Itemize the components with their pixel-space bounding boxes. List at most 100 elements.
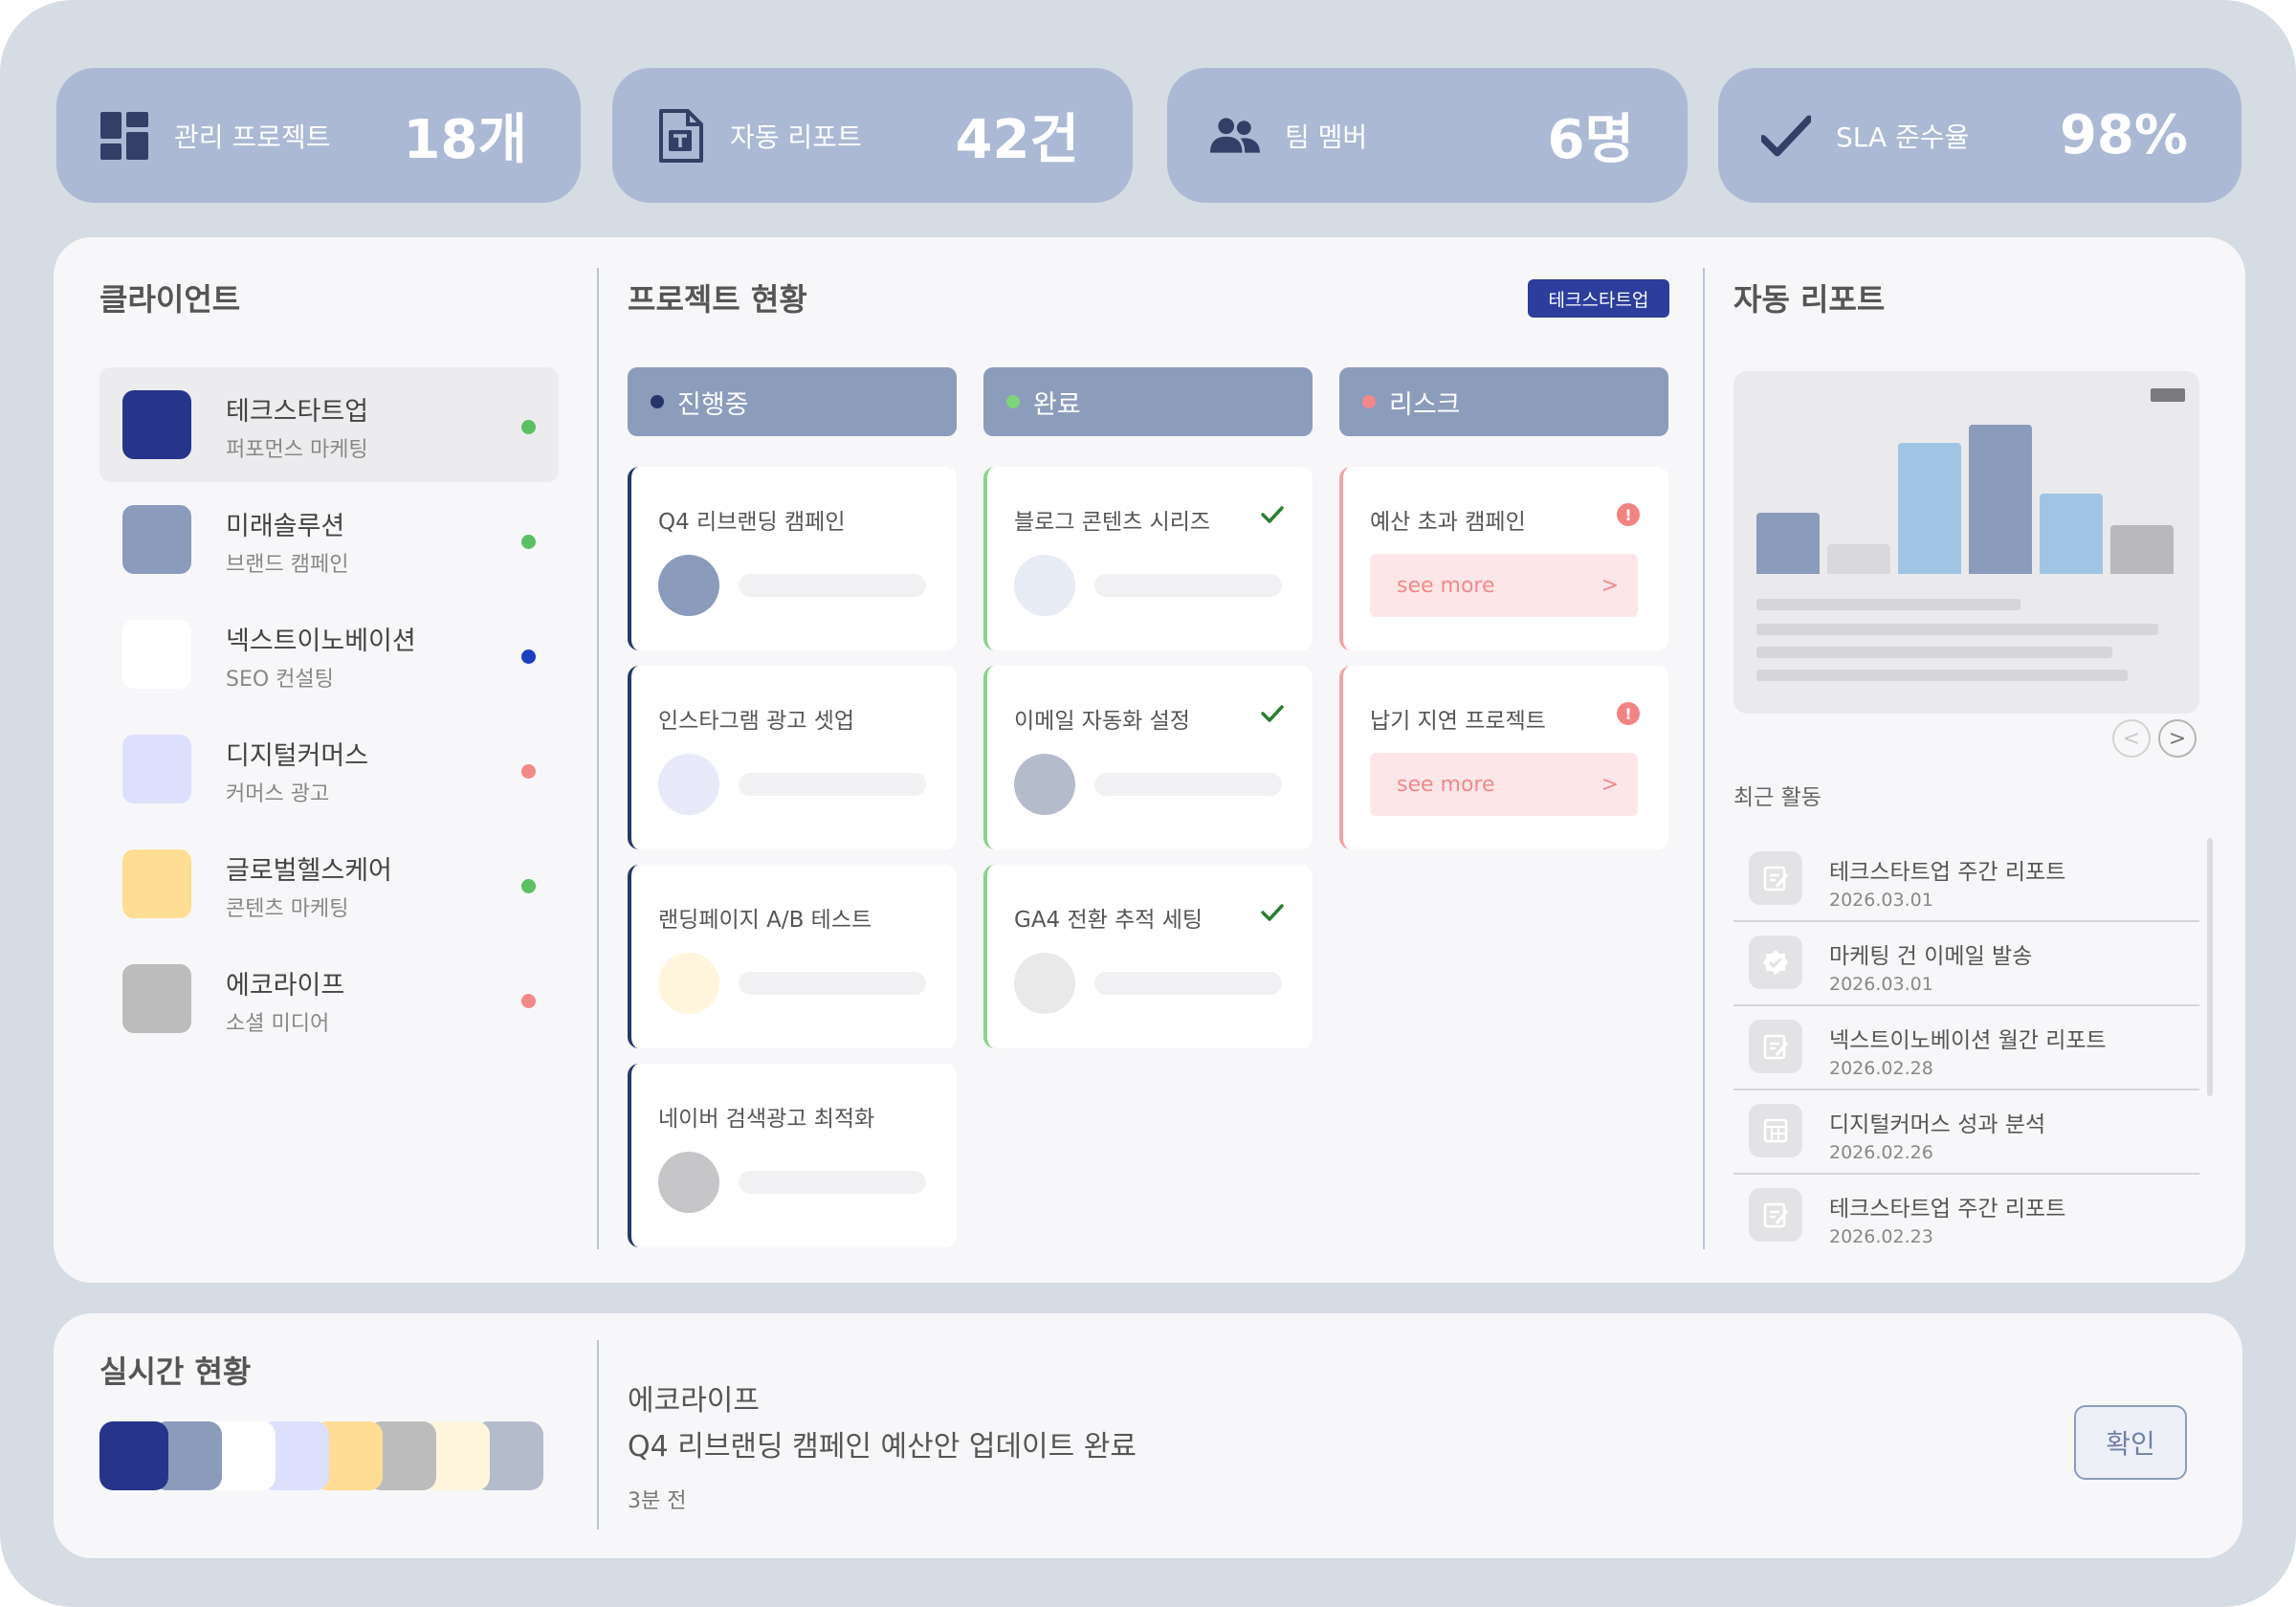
client-service: 커머스 광고 [226, 782, 330, 806]
stat-card-projects[interactable]: 관리 프로젝트 18개 [56, 68, 581, 203]
client-name: 미래솔루션 [226, 512, 345, 541]
status-dot [1362, 395, 1376, 408]
see-more-label: see more [1397, 573, 1495, 598]
client-item[interactable]: 미래솔루션 브랜드 캠페인 [99, 482, 559, 597]
see-more-label: see more [1397, 772, 1495, 797]
project-card[interactable]: 인스타그램 광고 셋업 [628, 666, 957, 849]
project-card[interactable]: Q4 리브랜딩 캠페인 [628, 467, 957, 650]
client-item[interactable]: 넥스트이노베이션 SEO 컨설팅 [99, 597, 559, 712]
team-icon [1210, 109, 1260, 163]
column-label: 진행중 [677, 389, 749, 420]
client-item[interactable]: 디지털커머스 커머스 광고 [99, 712, 559, 826]
project-title: 랜딩페이지 A/B 테스트 [658, 908, 872, 933]
report-preview[interactable] [1733, 371, 2199, 714]
status-dot [651, 395, 664, 408]
project-card[interactable]: 랜딩페이지 A/B 테스트 [628, 865, 957, 1048]
project-title: 납기 지연 프로젝트 [1370, 709, 1546, 734]
risk-card[interactable]: 예산 초과 캠페인 ! see more > [1339, 467, 1668, 650]
avatar [658, 1152, 719, 1213]
column-header-done[interactable]: 완료 [983, 367, 1313, 436]
document-text-icon [655, 108, 705, 163]
live-status-panel: 실시간 현황 에코라이프 Q4 리브랜딩 캠페인 예산안 업데이트 완료 3분 … [54, 1313, 2242, 1558]
clients-title: 클라이언트 [99, 281, 241, 318]
avatar [1014, 555, 1075, 616]
stat-card-reports[interactable]: 자동 리포트 42건 [612, 68, 1133, 203]
column-header-in-progress[interactable]: 진행중 [628, 367, 957, 436]
check-icon [1261, 506, 1284, 523]
status-dot [521, 535, 536, 549]
edit-document-icon [1749, 1020, 1802, 1073]
project-title: 블로그 콘텐츠 시리즈 [1014, 510, 1211, 535]
client-service: 퍼포먼스 마케팅 [226, 438, 368, 462]
list-item[interactable]: 넥스트이노베이션 월간 리포트 2026.02.28 [1733, 1006, 2199, 1090]
list-item[interactable]: 디지털커머스 성과 분석 2026.02.26 [1733, 1090, 2199, 1175]
client-name: 넥스트이노베이션 [226, 627, 416, 656]
alert-icon: ! [1617, 702, 1640, 725]
chevron-right-icon: > [1601, 573, 1619, 598]
preview-bar [1969, 425, 2032, 574]
stat-value: 18개 [403, 109, 527, 171]
project-card[interactable]: 이메일 자동화 설정 [983, 666, 1313, 849]
palette-swatch [99, 1421, 168, 1490]
divider [597, 268, 599, 1249]
progress-bar [1094, 773, 1282, 796]
activity-title: 테크스타트업 주간 리포트 [1829, 1197, 2066, 1222]
column-label: 완료 [1033, 389, 1081, 420]
verified-badge-icon [1749, 936, 1802, 989]
stat-cards: 관리 프로젝트 18개 자동 리포트 42건 팀 멤버 6명 SLA 준수율 9… [56, 68, 2241, 203]
dashboard-app: 관리 프로젝트 18개 자동 리포트 42건 팀 멤버 6명 SLA 준수율 9… [0, 0, 2296, 1607]
list-item[interactable]: 마케팅 건 이메일 발송 2026.03.01 [1733, 922, 2199, 1006]
project-card[interactable]: 네이버 검색광고 최적화 [628, 1064, 957, 1247]
status-dot [521, 879, 536, 893]
preview-text-line [1756, 647, 2112, 658]
stat-value: 98% [2059, 104, 2188, 166]
stat-card-team[interactable]: 팀 멤버 6명 [1167, 68, 1688, 203]
list-item[interactable]: 테크스타트업 주간 리포트 2026.02.23 [1733, 1175, 2199, 1247]
notice-client: 에코라이프 [628, 1384, 760, 1418]
table-calc-icon [1749, 1104, 1802, 1157]
activity-title: 디지털커머스 성과 분석 [1829, 1112, 2046, 1137]
see-more-button[interactable]: see more > [1370, 753, 1638, 816]
column-header-risk[interactable]: 리스크 [1339, 367, 1668, 436]
progress-bar [1094, 972, 1282, 995]
preview-bar [2040, 494, 2103, 574]
project-title: 이메일 자동화 설정 [1014, 709, 1190, 734]
status-dot [521, 764, 536, 779]
activity-list[interactable]: 테크스타트업 주간 리포트 2026.03.01 마케팅 건 이메일 발송 20… [1733, 838, 2199, 1247]
next-button[interactable]: > [2158, 719, 2197, 758]
progress-bar [739, 1171, 926, 1194]
client-item[interactable]: 에코라이프 소셜 미디어 [99, 941, 559, 1056]
risk-card[interactable]: 납기 지연 프로젝트 ! see more > [1339, 666, 1668, 849]
chevron-right-icon: > [1601, 772, 1619, 797]
stat-value: 6명 [1547, 109, 1635, 171]
project-title: 네이버 검색광고 최적화 [658, 1107, 875, 1132]
prev-button[interactable]: < [2112, 719, 2151, 758]
avatar [658, 555, 719, 616]
status-dot [521, 994, 536, 1008]
stat-label: SLA 준수율 [1836, 121, 1970, 153]
client-filter-tag[interactable]: 테크스타트업 [1528, 279, 1669, 318]
project-card[interactable]: 블로그 콘텐츠 시리즈 [983, 467, 1313, 650]
main-panel: 클라이언트 테크스타트업 퍼포먼스 마케팅 미래솔루션 브랜드 캠페인 넥스트이… [54, 237, 2245, 1283]
client-item[interactable]: 테크스타트업 퍼포먼스 마케팅 [99, 367, 559, 482]
preview-bar [1827, 544, 1890, 574]
stat-card-sla[interactable]: SLA 준수율 98% [1718, 68, 2241, 203]
preview-bar [1898, 443, 1961, 574]
project-title: 예산 초과 캠페인 [1370, 510, 1526, 535]
preview-bar [2110, 525, 2174, 574]
project-card[interactable]: GA4 전환 추적 세팅 [983, 865, 1313, 1048]
confirm-button[interactable]: 확인 [2074, 1405, 2187, 1480]
activity-date: 2026.02.28 [1829, 1058, 1933, 1079]
activity-title: 테크스타트업 주간 리포트 [1829, 860, 2066, 885]
activity-date: 2026.03.01 [1829, 890, 1933, 911]
client-swatch [122, 390, 191, 459]
stat-label: 관리 프로젝트 [174, 121, 331, 153]
list-item[interactable]: 테크스타트업 주간 리포트 2026.03.01 [1733, 838, 2199, 922]
scrollbar[interactable] [2207, 838, 2213, 1096]
client-service: 소셜 미디어 [226, 1012, 330, 1036]
stat-label: 자동 리포트 [730, 121, 862, 153]
see-more-button[interactable]: see more > [1370, 554, 1638, 617]
project-title: 인스타그램 광고 셋업 [658, 709, 855, 734]
client-item[interactable]: 글로벌헬스케어 콘텐츠 마케팅 [99, 826, 559, 941]
alert-icon: ! [1617, 503, 1640, 526]
